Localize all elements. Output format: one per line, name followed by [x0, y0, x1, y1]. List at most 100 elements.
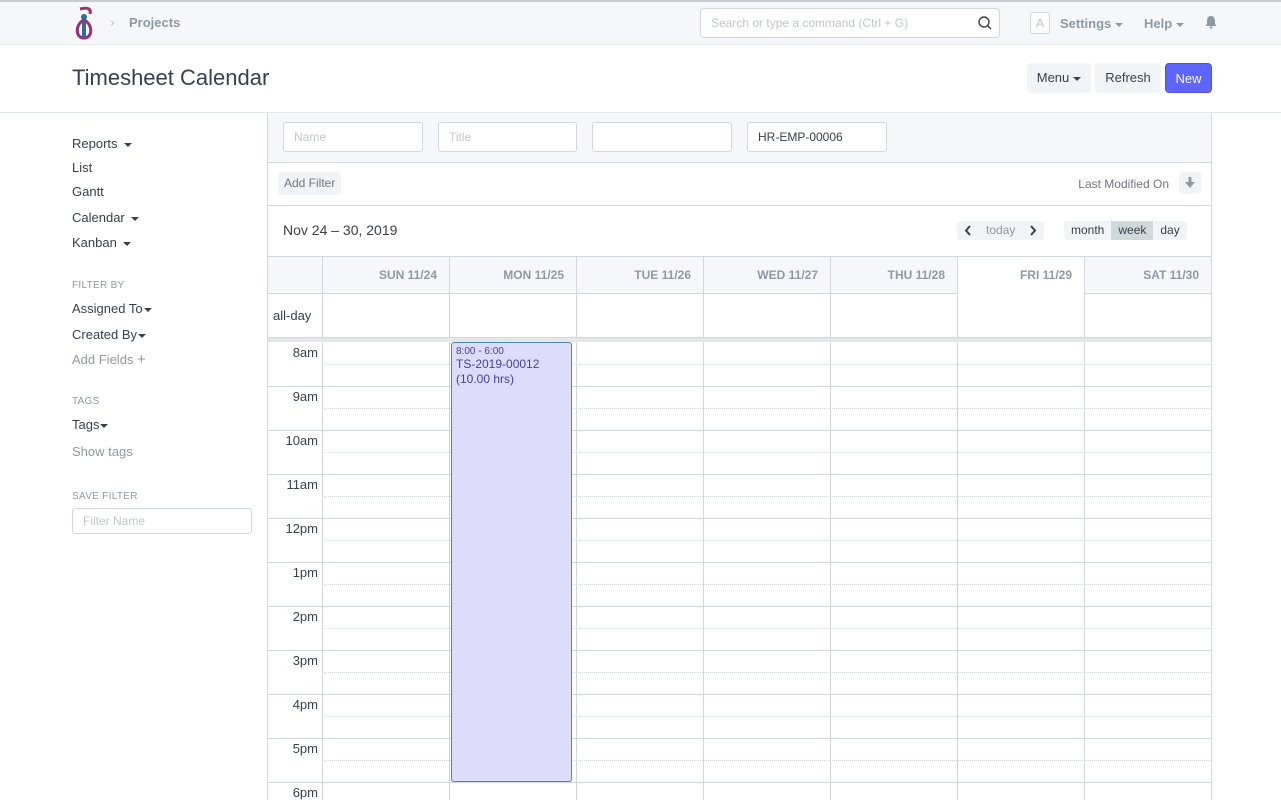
help-label: Help — [1144, 16, 1173, 31]
event-time: 8:00 - 6:00 — [456, 346, 504, 357]
all-day-cell[interactable] — [576, 294, 577, 338]
calendar-range-title: Nov 24 – 30, 2019 — [283, 222, 398, 238]
time-label: 5pm — [292, 741, 318, 756]
hour-line — [268, 518, 1211, 519]
day-header[interactable]: SUN 11/24 — [322, 257, 449, 294]
created-by-label: Created By — [72, 327, 138, 342]
all-day-cell[interactable] — [322, 294, 323, 338]
time-label: 1pm — [292, 565, 318, 580]
day-view-button[interactable]: day — [1153, 221, 1186, 240]
add-filter-button[interactable]: Add Filter — [278, 172, 342, 195]
chevron-down-icon — [130, 216, 139, 221]
day-column-line — [703, 342, 704, 800]
event-title: TS-2019-00012 — [456, 357, 540, 371]
day-header[interactable]: SAT 11/30 — [1084, 257, 1211, 294]
sidebar-item-reports[interactable]: Reports — [72, 136, 132, 151]
page-title: Timesheet Calendar — [72, 65, 270, 90]
awesome-bar[interactable] — [700, 8, 1000, 38]
search-input[interactable] — [701, 9, 961, 37]
settings-label: Settings — [1060, 16, 1112, 31]
next-week-button[interactable] — [1022, 221, 1044, 240]
time-grid: 8am 9am 10am 11am 12pm 1pm 2pm 3pm 4pm 5pm 6pm 8:00… — [268, 342, 1211, 800]
all-day-cell[interactable] — [830, 294, 831, 338]
hour-line — [268, 606, 1211, 607]
notification-bell-icon[interactable] — [1204, 15, 1218, 29]
name-filter-input[interactable] — [283, 122, 423, 152]
time-label: 8am — [292, 345, 318, 360]
day-column-line — [322, 342, 323, 800]
day-header[interactable]: WED 11/27 — [703, 257, 830, 294]
sidebar-item-gantt[interactable]: Gantt — [72, 184, 104, 199]
month-view-button[interactable]: month — [1064, 221, 1111, 240]
filter-input-3[interactable] — [592, 122, 732, 152]
day-header[interactable]: TUE 11/26 — [576, 257, 703, 294]
prev-week-button[interactable] — [957, 221, 979, 240]
save-filter-heading: SAVE FILTER — [72, 491, 138, 502]
sidebar-item-list[interactable]: List — [72, 160, 92, 175]
tags-dropdown[interactable]: Tags — [72, 417, 109, 432]
app-logo-icon[interactable] — [72, 6, 98, 40]
filter-name-input[interactable] — [72, 508, 252, 534]
time-label: 2pm — [292, 609, 318, 624]
new-button[interactable]: New — [1165, 63, 1212, 93]
created-by-dropdown[interactable]: Created By — [72, 327, 147, 342]
all-day-cell[interactable] — [957, 294, 958, 338]
employee-filter-input[interactable] — [747, 122, 887, 152]
assigned-to-dropdown[interactable]: Assigned To — [72, 301, 152, 316]
help-dropdown[interactable]: Help — [1144, 16, 1185, 31]
tags-heading: TAGS — [72, 396, 100, 407]
settings-dropdown[interactable]: Settings — [1060, 16, 1124, 31]
calendar-nav-group: today — [957, 221, 1045, 240]
user-avatar[interactable]: A — [1030, 12, 1050, 34]
time-label: 10am — [285, 433, 318, 448]
chevron-right-icon — [1030, 225, 1037, 236]
time-label: 12pm — [285, 521, 318, 536]
calendar-header-row: SUN 11/24 MON 11/25 TUE 11/26 WED 11/27 THU … — [268, 256, 1211, 294]
all-day-cell[interactable] — [703, 294, 704, 338]
chevron-down-icon — [138, 333, 147, 338]
assigned-to-label: Assigned To — [72, 301, 143, 316]
day-header[interactable]: THU 11/28 — [830, 257, 957, 294]
time-label: 4pm — [292, 697, 318, 712]
sidebar-item-calendar[interactable]: Calendar — [72, 210, 139, 225]
all-day-cell[interactable] — [449, 294, 450, 338]
chevron-down-icon — [1115, 22, 1124, 27]
plus-icon: + — [137, 351, 146, 368]
day-header[interactable]: MON 11/25 — [449, 257, 576, 294]
menu-label: Menu — [1036, 70, 1070, 85]
day-column-line — [449, 342, 450, 800]
standard-filters — [268, 113, 1211, 163]
filter-by-heading: FILTER BY — [72, 280, 125, 291]
sort-by-selector[interactable]: Last Modified On — [1078, 177, 1169, 191]
hour-line — [268, 386, 1211, 387]
calendar-toolbar: Nov 24 – 30, 2019 today month week day — [268, 206, 1211, 256]
breadcrumb-chevron-icon: › — [110, 14, 115, 30]
day-column-line — [576, 342, 577, 800]
page-head: Timesheet Calendar Menu Refresh New — [0, 45, 1281, 113]
chevron-down-icon — [1073, 76, 1082, 81]
show-tags-link[interactable]: Show tags — [72, 444, 133, 459]
week-view-button[interactable]: week — [1111, 221, 1154, 240]
tags-label: Tags — [72, 417, 100, 432]
menu-button[interactable]: Menu — [1027, 63, 1091, 93]
chevron-down-icon — [122, 241, 131, 246]
hour-line — [268, 430, 1211, 431]
day-column-line — [957, 342, 958, 800]
all-day-cell[interactable] — [1084, 294, 1085, 338]
sort-order-button[interactable] — [1179, 172, 1201, 194]
title-filter-input[interactable] — [438, 122, 577, 152]
refresh-button[interactable]: Refresh — [1095, 63, 1161, 93]
breadcrumb-projects[interactable]: Projects — [129, 15, 180, 30]
search-icon[interactable] — [977, 15, 993, 31]
day-header[interactable]: FRI 11/29 — [957, 257, 1084, 294]
calendar-event[interactable]: 8:00 - 6:00 TS-2019-00012 (10.00 hrs) — [451, 342, 572, 782]
chevron-left-icon — [964, 225, 971, 236]
hour-line — [268, 782, 1211, 783]
chevron-down-icon — [143, 307, 152, 312]
sidebar-item-label: Reports — [72, 136, 118, 151]
add-fields-link[interactable]: Add Fields + — [72, 351, 146, 368]
today-button[interactable]: today — [979, 221, 1022, 240]
chevron-down-icon — [123, 142, 132, 147]
sidebar-item-kanban[interactable]: Kanban — [72, 235, 131, 250]
sidebar-item-label: Calendar — [72, 210, 125, 225]
